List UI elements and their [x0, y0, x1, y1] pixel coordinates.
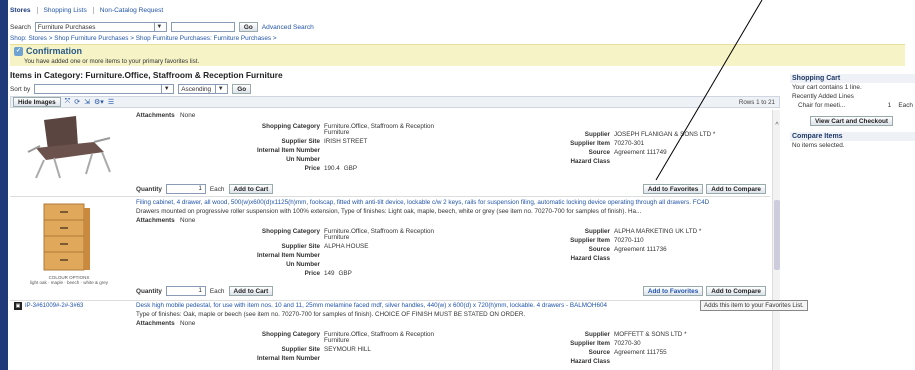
- sort-by-select[interactable]: ▼: [34, 84, 175, 94]
- item-attachments: Attachments None: [136, 320, 196, 327]
- item-description: Drawers mounted on progressive roller su…: [136, 208, 642, 215]
- advanced-search-link[interactable]: Advanced Search: [262, 24, 314, 31]
- recent-line[interactable]: Chair for meeti... 1 Each: [790, 101, 915, 110]
- chevron-down-icon: ▼: [215, 85, 225, 93]
- confirmation-message: You have added one or more items to your…: [24, 58, 200, 65]
- search-category-select[interactable]: Furniture Purchases ▼: [34, 22, 167, 32]
- confirmation-banner: ✓ Confirmation You have added one or mor…: [10, 44, 905, 66]
- favorites-tooltip: Adds this item to your Favorites List.: [700, 300, 808, 311]
- expand-icon[interactable]: ⤧: [65, 98, 71, 106]
- search-row: Search Furniture Purchases ▼ Go Advanced…: [10, 21, 314, 33]
- quantity-input[interactable]: 1: [165, 184, 206, 194]
- quantity-input[interactable]: 1: [165, 286, 206, 296]
- refresh-icon[interactable]: ⟳: [74, 98, 80, 106]
- divider: [10, 196, 770, 197]
- image-caption: COLOUR OPTIONS light oak · maple · beech…: [29, 275, 109, 285]
- sort-go-button[interactable]: Go: [232, 84, 252, 94]
- item-attachments: Attachments None: [136, 112, 196, 119]
- chair-image: [14, 112, 124, 184]
- filing-cabinet-image: [36, 200, 96, 276]
- annotation-arrow: [655, 0, 763, 181]
- info-icon: ✓: [14, 46, 23, 56]
- recent-item-name: Chair for meeti...: [798, 102, 846, 109]
- nav-shopping-lists[interactable]: Shopping Lists: [44, 6, 94, 14]
- sidebar: Shopping Cart Your cart contains 1 line.…: [790, 74, 915, 150]
- sort-order-select[interactable]: Ascending ▼: [178, 84, 229, 94]
- nav-non-catalog-request[interactable]: Non-Catalog Request: [100, 7, 169, 14]
- add-to-compare-button[interactable]: Add to Compare: [706, 286, 766, 296]
- list-item: ▣ IP-3#61009#-2#-3#63 Desk high mobile p…: [10, 301, 770, 370]
- item-description: Type of finishes: Oak, maple or beech (s…: [136, 311, 526, 318]
- quantity-row: Quantity 1 Each Add to Cart: [136, 184, 274, 194]
- sort-order-value: Ascending: [181, 85, 212, 93]
- scrollbar-thumb[interactable]: [774, 200, 780, 270]
- search-label: Search: [10, 23, 31, 31]
- chevron-up-icon[interactable]: ^: [773, 122, 781, 129]
- add-to-cart-button[interactable]: Add to Cart: [228, 184, 274, 194]
- shopping-cart-title: Shopping Cart: [790, 74, 915, 83]
- compare-status: No items selected.: [792, 142, 845, 149]
- nav-stores[interactable]: Stores: [10, 6, 38, 14]
- cart-status: Your cart contains 1 line.: [792, 84, 862, 91]
- compare-items-title: Compare Items: [790, 132, 915, 141]
- item-details-left: Shopping Category Furniture.Office, Staff…: [257, 123, 435, 172]
- chevron-down-icon: ▼: [161, 85, 171, 93]
- item-attachments: Attachments None: [136, 217, 196, 224]
- item-details-right: Supplier ALPHA MARKETING UK LTD * Supplie…: [570, 228, 702, 262]
- hide-images-button[interactable]: Hide Images: [13, 97, 61, 107]
- results-scrollbar[interactable]: ^: [772, 110, 780, 370]
- gear-icon[interactable]: ⚙▾: [94, 98, 104, 106]
- item-details-left: Shopping Category Furniture.Office, Staff…: [257, 331, 435, 362]
- view-cart-button[interactable]: View Cart and Checkout: [810, 116, 894, 126]
- item-title-link[interactable]: Filing cabinet, 4 drawer, all wood, 500(…: [136, 199, 709, 206]
- list-view-icon[interactable]: ☰: [108, 98, 114, 106]
- search-category-value: Furniture Purchases: [37, 23, 96, 31]
- image-label: IP-3#61009#-2#-3#63: [25, 303, 84, 309]
- sort-row: Sort by ▼ Ascending ▼ Go: [10, 84, 252, 94]
- export-icon[interactable]: ⇲: [84, 98, 90, 106]
- recent-lines-label: Recently Added Lines: [792, 93, 854, 100]
- sort-label: Sort by: [10, 85, 31, 93]
- left-accent-bar: [0, 0, 8, 370]
- add-to-cart-button[interactable]: Add to Cart: [228, 286, 274, 296]
- chevron-down-icon: ▼: [153, 23, 164, 31]
- item-details-left: Shopping Category Furniture.Office, Staff…: [257, 228, 435, 277]
- item-image-placeholder[interactable]: ▣ IP-3#61009#-2#-3#63: [14, 302, 83, 310]
- add-to-favorites-button[interactable]: Add to Favorites: [642, 286, 704, 296]
- search-go-button[interactable]: Go: [238, 22, 258, 32]
- item-details-right: Supplier MOFFETT & SONS LTD * Supplier It…: [570, 331, 687, 365]
- category-title: Items in Category: Furniture.Office, Sta…: [10, 70, 283, 80]
- search-input[interactable]: [170, 22, 235, 32]
- broken-image-icon: ▣: [14, 302, 22, 310]
- confirmation-title: Confirmation: [26, 46, 82, 56]
- page: Stores Shopping Lists Non-Catalog Reques…: [10, 0, 915, 370]
- list-item: COLOUR OPTIONS light oak · maple · beech…: [10, 198, 770, 298]
- item-actions: Add to Favorites Add to Compare: [642, 286, 766, 296]
- top-navigation: Stores Shopping Lists Non-Catalog Reques…: [10, 4, 169, 16]
- quantity-row: Quantity 1 Each Add to Cart: [136, 286, 274, 296]
- item-title-link[interactable]: Desk high mobile pedestal, for use with …: [136, 302, 607, 309]
- breadcrumb[interactable]: Shop: Stores > Shop Furniture Purchases …: [10, 35, 277, 42]
